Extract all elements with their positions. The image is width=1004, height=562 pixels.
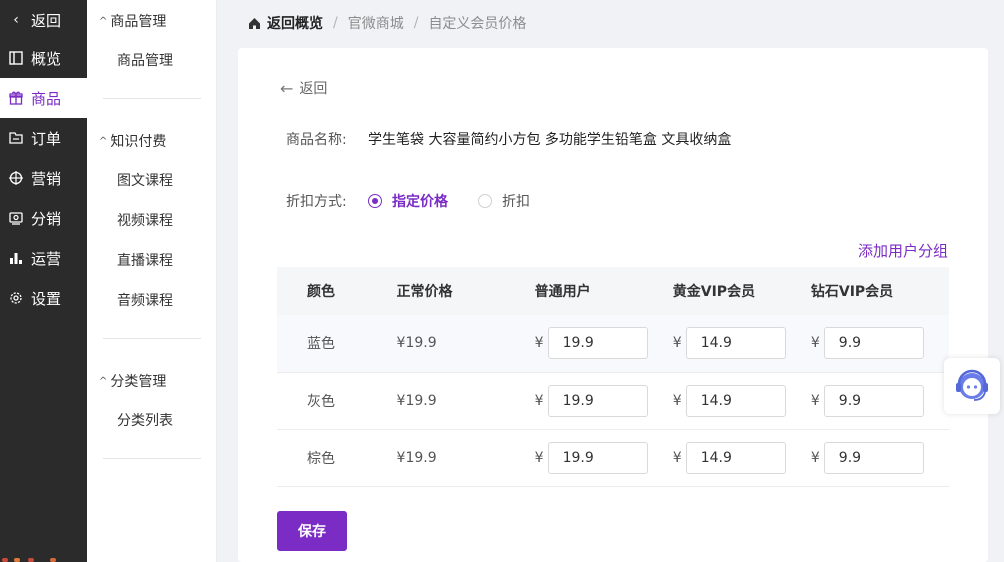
diamond-vip-price-input[interactable]: 9.9: [823, 327, 924, 360]
back-link[interactable]: ← 返回: [280, 78, 327, 98]
nav-item-label: 商品: [31, 89, 62, 108]
main-nav: ‹ 返回 概览 商品 订单 营销 分销 运营 设置: [0, 0, 87, 562]
gear-icon: [8, 290, 24, 306]
sub-link-audio-course[interactable]: 音频课程: [117, 290, 173, 310]
table-row: 棕色 ¥19.9 ¥19.9 ¥14.9 ¥9.9: [277, 429, 949, 487]
headset-icon: [956, 369, 988, 401]
divider: [103, 338, 201, 339]
sub-sidebar: ^ 商品管理 商品管理 ^ 知识付费 图文课程 视频课程 直播课程 音频课程 ^…: [87, 0, 217, 562]
currency-symbol: ¥: [534, 392, 544, 409]
main-card: ← 返回 商品名称: 学生笔袋 大容量简约小方包 多功能学生铅笔盒 文具收纳盒 …: [238, 48, 988, 562]
col-header-normal-price: 正常价格: [396, 267, 535, 315]
sub-link-product-management[interactable]: 商品管理: [117, 50, 173, 70]
sub-link-live-course[interactable]: 直播课程: [117, 250, 173, 270]
product-name-value: 学生笔袋 大容量简约小方包 多功能学生铅笔盒 文具收纳盒: [368, 132, 732, 148]
arrow-left-icon: ←: [280, 78, 294, 98]
breadcrumb-separator: /: [413, 15, 419, 31]
sub-link-video-course[interactable]: 视频课程: [117, 210, 173, 230]
diamond-vip-price-input[interactable]: 9.9: [823, 384, 924, 417]
col-header-color: 颜色: [277, 267, 397, 315]
save-button[interactable]: 保存: [277, 511, 347, 551]
discount-method-group: 指定价格 折扣: [368, 191, 560, 211]
order-icon: [8, 130, 24, 146]
nav-item-operations[interactable]: 运营: [0, 238, 87, 278]
breadcrumb-item-store[interactable]: 官微商城: [348, 13, 404, 33]
currency-symbol: ¥: [810, 392, 820, 409]
table-header-row: 颜色 正常价格 普通用户 黄金VIP会员 钻石VIP会员: [277, 267, 949, 315]
chevron-left-icon: ‹: [13, 12, 19, 28]
member-price-table: 颜色 正常价格 普通用户 黄金VIP会员 钻石VIP会员 蓝色 ¥19.9 ¥1…: [277, 267, 949, 487]
nav-item-overview[interactable]: 概览: [0, 38, 87, 78]
nav-item-products[interactable]: 商品: [0, 78, 87, 118]
cell-normal-price: ¥19.9: [396, 429, 535, 487]
nav-back-label: 返回: [31, 11, 62, 30]
col-header-regular-user: 普通用户: [534, 267, 673, 315]
currency-symbol: ¥: [534, 449, 544, 466]
col-header-gold-vip: 黄金VIP会员: [672, 267, 811, 315]
cell-normal-price: ¥19.9: [396, 315, 535, 373]
gift-icon: [8, 90, 24, 106]
regular-user-price-input[interactable]: 19.9: [547, 441, 648, 474]
group-title-knowledge-paid[interactable]: ^ 知识付费: [99, 131, 166, 151]
decorative-dots: [0, 556, 87, 562]
nav-item-label: 运营: [31, 249, 62, 268]
gold-vip-price-input[interactable]: 14.9: [685, 384, 786, 417]
group-title-product-management[interactable]: ^ 商品管理: [99, 11, 166, 31]
breadcrumb: 返回概览 / 官微商城 / 自定义会员价格: [248, 13, 526, 33]
divider: [103, 458, 201, 459]
nav-item-marketing[interactable]: 营销: [0, 158, 87, 198]
nav-item-label: 概览: [31, 49, 62, 68]
currency-symbol: ¥: [672, 335, 682, 352]
radio-discount[interactable]: 折扣: [478, 191, 530, 211]
nav-item-label: 分销: [31, 209, 62, 228]
radio-fixed-price[interactable]: 指定价格: [368, 191, 448, 211]
breadcrumb-home[interactable]: 返回概览: [248, 13, 323, 33]
gold-vip-price-input[interactable]: 14.9: [685, 327, 786, 360]
breadcrumb-item-current: 自定义会员价格: [428, 16, 527, 32]
currency-symbol: ¥: [672, 449, 682, 466]
table-row: 灰色 ¥19.9 ¥19.9 ¥14.9 ¥9.9: [277, 372, 949, 430]
home-icon: [249, 17, 260, 29]
cell-color: 蓝色: [277, 315, 397, 373]
nav-item-orders[interactable]: 订单: [0, 118, 87, 158]
table-row: 蓝色 ¥19.9 ¥19.9 ¥14.9 ¥9.9: [277, 315, 949, 373]
regular-user-price-input[interactable]: 19.9: [547, 384, 648, 417]
chevron-up-icon: ^: [99, 375, 108, 387]
group-title-category-management[interactable]: ^ 分类管理: [99, 371, 166, 391]
nav-item-label: 设置: [31, 289, 62, 308]
cell-color: 棕色: [277, 429, 397, 487]
breadcrumb-separator: /: [333, 15, 338, 31]
overview-icon: [8, 50, 24, 66]
radio-checked-icon: [368, 194, 382, 208]
discount-method-label: 折扣方式:: [286, 194, 347, 210]
sub-link-article-course[interactable]: 图文课程: [117, 170, 173, 190]
currency-symbol: ¥: [672, 392, 682, 409]
divider: [103, 98, 201, 99]
distribution-icon: [8, 210, 24, 226]
nav-item-settings[interactable]: 设置: [0, 278, 87, 318]
diamond-vip-price-input[interactable]: 9.9: [823, 441, 924, 474]
sub-link-category-list[interactable]: 分类列表: [117, 410, 173, 430]
cell-normal-price: ¥19.9: [396, 372, 535, 430]
nav-item-label: 订单: [31, 129, 62, 148]
nav-item-distribution[interactable]: 分销: [0, 198, 87, 238]
product-name-label: 商品名称:: [286, 132, 347, 148]
radio-unchecked-icon: [478, 194, 492, 208]
nav-back-button[interactable]: ‹ 返回: [0, 0, 87, 40]
target-icon: [8, 170, 24, 186]
gold-vip-price-input[interactable]: 14.9: [685, 441, 786, 474]
nav-item-label: 营销: [31, 169, 62, 188]
currency-symbol: ¥: [810, 335, 820, 352]
regular-user-price-input[interactable]: 19.9: [547, 327, 648, 360]
bar-chart-icon: [8, 250, 24, 266]
col-header-diamond-vip: 钻石VIP会员: [810, 267, 949, 315]
chevron-up-icon: ^: [99, 135, 108, 147]
currency-symbol: ¥: [810, 449, 820, 466]
currency-symbol: ¥: [534, 335, 544, 352]
cell-color: 灰色: [277, 372, 397, 430]
add-user-group-link[interactable]: 添加用户分组: [858, 240, 948, 261]
customer-service-button[interactable]: [944, 358, 1000, 414]
chevron-up-icon: ^: [99, 15, 108, 27]
